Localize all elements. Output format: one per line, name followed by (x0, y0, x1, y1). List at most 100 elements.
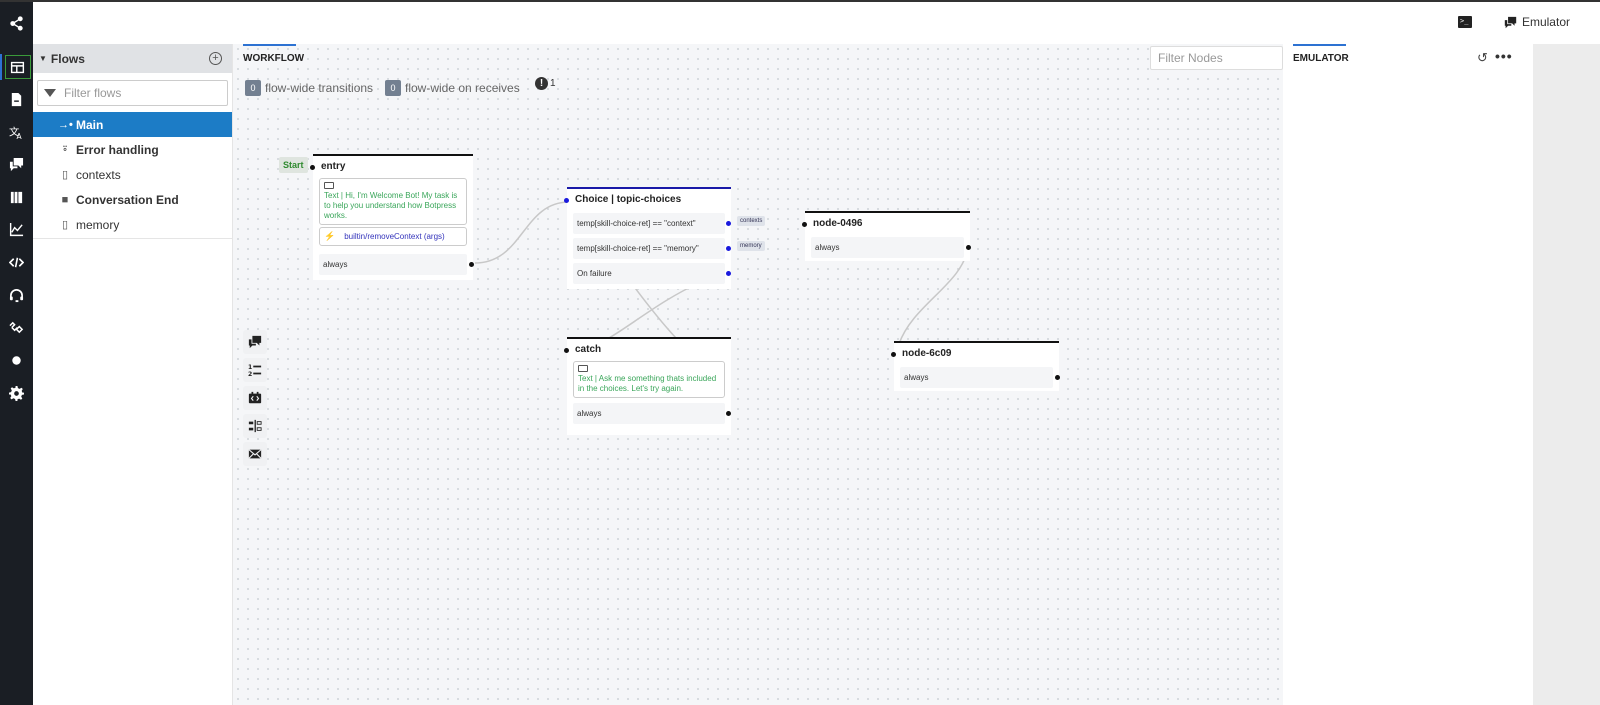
filter-flows-placeholder: Filter flows (64, 86, 122, 100)
output-port[interactable] (966, 245, 971, 250)
action-text: builtin/removeContext (args) (344, 232, 445, 241)
input-port (564, 348, 569, 353)
transition-always[interactable]: always (573, 403, 731, 424)
qna-icon[interactable] (0, 151, 33, 177)
document-icon: ▯ (61, 219, 69, 231)
translate-icon[interactable]: 文A (0, 119, 33, 145)
transition-label: always (904, 373, 929, 382)
flow-item-memory[interactable]: ▯ memory (33, 212, 232, 237)
code-editor-icon[interactable] (0, 249, 33, 275)
transition-always[interactable]: always (900, 367, 1060, 388)
emulator-toggle-button[interactable]: Emulator (1504, 15, 1570, 29)
output-port[interactable] (726, 246, 731, 251)
list-tool-icon[interactable]: 12 (243, 358, 267, 382)
transition-label: always (323, 260, 348, 269)
transition-label: always (815, 243, 840, 252)
input-port (310, 165, 315, 170)
terminal-icon[interactable] (1458, 16, 1472, 28)
filter-icon (44, 89, 56, 97)
filter-flows-input[interactable]: Filter flows (37, 80, 228, 106)
entry-arrow-icon: →• (58, 118, 73, 131)
settings-icon[interactable] (0, 380, 33, 406)
node-title-text: node-6c09 (902, 348, 952, 359)
filter-nodes-input[interactable]: Filter Nodes (1150, 46, 1283, 70)
flow-item-conversation-end[interactable]: ■ Conversation End (33, 187, 232, 212)
transition-context[interactable]: temp[skill-choice-ret] == "context" (573, 213, 731, 234)
dot-icon[interactable] (0, 347, 33, 373)
flow-item-label: memory (76, 217, 120, 232)
output-port[interactable] (726, 271, 731, 276)
more-options-icon[interactable]: ••• (1495, 48, 1513, 64)
input-port (802, 222, 807, 227)
transition-on-failure[interactable]: On failure (573, 263, 731, 284)
flow-wide-transitions[interactable]: 0 flow-wide transitions (245, 80, 373, 96)
target-tag-memory[interactable]: memory (737, 241, 765, 251)
node-content-text[interactable]: Text | Hi, I'm Welcome Bot! My task is t… (319, 178, 467, 225)
add-flow-button[interactable]: + (209, 52, 222, 65)
sidebar-divider (33, 238, 232, 239)
flow-item-main[interactable]: →• Main (33, 112, 232, 137)
tab-workflow[interactable]: WORKFLOW (243, 44, 304, 64)
code-tool-icon[interactable] (243, 386, 267, 410)
node-title: Choice | topic-choices (564, 189, 731, 211)
warning-icon: ! (535, 77, 548, 90)
receives-count-badge: 0 (385, 80, 401, 96)
analytics-icon[interactable] (0, 216, 33, 242)
flow-item-error-handling[interactable]: ⍤ Error handling (33, 137, 232, 162)
node-0496[interactable]: node-0496 always (802, 211, 971, 261)
svg-text:1: 1 (248, 364, 252, 371)
node-content-text[interactable]: Text | Ask me something thats included i… (573, 361, 725, 398)
nlu-icon[interactable] (0, 314, 33, 340)
lightning-icon: ⚡ (324, 231, 336, 241)
reset-icon[interactable]: ↺ (1477, 50, 1488, 66)
library-icon[interactable] (0, 184, 33, 210)
node-choice-topic-choices[interactable]: Choice | topic-choices temp[skill-choice… (564, 187, 731, 289)
node-title: catch (564, 339, 731, 361)
output-port[interactable] (469, 262, 474, 267)
flow-item-label: Error handling (76, 142, 159, 157)
router-tool-icon[interactable] (243, 414, 267, 438)
warnings-indicator[interactable]: ! 1 (535, 77, 556, 90)
flows-header[interactable]: ▼ Flows + (33, 44, 232, 73)
flows-sidebar: ▼ Flows + Filter flows →• Main ⍤ Error h… (33, 44, 233, 705)
document-icon: ▯ (61, 169, 69, 181)
transition-memory[interactable]: temp[skill-choice-ret] == "memory" (573, 238, 731, 259)
flows-icon[interactable] (0, 54, 33, 80)
node-entry[interactable]: entry Text | Hi, I'm Welcome Bot! My tas… (310, 154, 474, 280)
tab-emulator[interactable]: EMULATOR (1293, 44, 1349, 64)
action-tool-icon[interactable] (243, 442, 267, 466)
say-something-tool-icon[interactable] (243, 330, 267, 354)
content-text: Text | Hi, I'm Welcome Bot! My task is t… (324, 191, 458, 220)
content-text: Text | Ask me something thats included i… (578, 374, 717, 393)
flow-wide-receives[interactable]: 0 flow-wide on receives (385, 80, 520, 96)
node-title: node-0496 (802, 213, 970, 235)
content-icon[interactable] (0, 86, 33, 112)
output-port[interactable] (1055, 375, 1060, 380)
input-port (891, 352, 896, 357)
transitions-count-badge: 0 (245, 80, 261, 96)
message-icon (324, 182, 334, 189)
target-tag-contexts[interactable]: contexts (737, 216, 766, 226)
transition-label: always (577, 409, 602, 418)
warning-count: 1 (550, 78, 556, 89)
output-port[interactable] (726, 221, 731, 226)
support-icon[interactable] (0, 282, 33, 308)
node-6c09[interactable]: node-6c09 always (891, 341, 1060, 391)
top-bar: Emulator (33, 2, 1600, 44)
caret-down-icon: ▼ (39, 54, 47, 63)
node-title-text: node-0496 (813, 218, 863, 229)
flow-item-label: contexts (76, 167, 121, 182)
error-handling-icon: ⍤ (61, 143, 69, 155)
transition-always[interactable]: always (319, 254, 474, 275)
flow-item-label: Conversation End (76, 192, 179, 207)
output-port[interactable] (726, 411, 731, 416)
workflow-canvas[interactable]: WORKFLOW 0 flow-wide transitions 0 flow-… (233, 44, 1283, 705)
share-icon[interactable] (0, 10, 33, 36)
node-title: entry (310, 156, 473, 178)
flow-item-contexts[interactable]: ▯ contexts (33, 162, 232, 187)
node-action[interactable]: ⚡ builtin/removeContext (args) (319, 227, 467, 246)
node-catch[interactable]: catch Text | Ask me something thats incl… (564, 337, 731, 435)
node-title-text: catch (575, 344, 602, 355)
transition-always[interactable]: always (811, 237, 971, 258)
icon-bar: 文A (0, 2, 33, 705)
